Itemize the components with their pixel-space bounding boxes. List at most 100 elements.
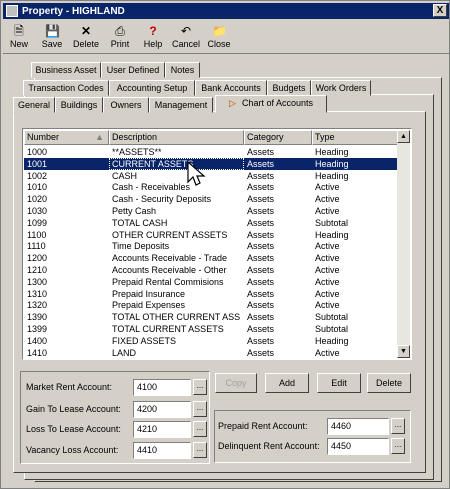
cell-type: Subtotal: [315, 217, 349, 228]
table-row[interactable]: 1390 TOTAL OTHER CURRENT ASS Assets Subtota…: [24, 311, 398, 323]
table-row[interactable]: 1320 Prepaid Expenses Assets Active: [24, 299, 398, 311]
property-window: Property - HIGHLAND X 🗎 New 💾 Save ✕ Del…: [0, 0, 450, 489]
help-question-icon: ?: [149, 24, 157, 38]
cell-number: 1200: [27, 253, 48, 264]
column-header-description[interactable]: Description: [109, 130, 244, 145]
vertical-scrollbar[interactable]: ▲ ▼: [397, 130, 410, 358]
cell-description: Petty Cash: [112, 206, 157, 216]
table-row[interactable]: 1001 CURRENT ASSETS Assets Heading: [24, 157, 398, 170]
table-row[interactable]: 1000 **ASSETS** Assets Heading: [24, 146, 398, 158]
delinquent-rent-field[interactable]: 4450: [327, 438, 389, 455]
cell-category: Assets: [247, 300, 275, 311]
cell-category: Assets: [247, 229, 275, 240]
tab-notes[interactable]: Notes: [165, 62, 200, 78]
cell-type: Active: [315, 182, 340, 193]
save-button[interactable]: 💾 Save: [39, 22, 65, 53]
new-button[interactable]: 🗎 New: [7, 22, 31, 53]
vacancy-loss-lookup-button[interactable]: ...: [193, 442, 207, 458]
folder-icon: 📁: [212, 24, 227, 38]
prepaid-rent-label: Prepaid Rent Account:: [218, 421, 308, 431]
table-row[interactable]: 1020 Cash - Security Deposits Assets Active: [24, 193, 398, 205]
tab-transaction-codes[interactable]: Transaction Codes: [23, 80, 109, 96]
cell-number: 1030: [27, 206, 48, 216]
table-row[interactable]: 1030 Petty Cash Assets Active: [24, 205, 398, 217]
vacancy-loss-label: Vacancy Loss Account:: [26, 445, 119, 455]
tab-chart-of-accounts-label: Chart of Accounts: [241, 98, 313, 108]
table-row[interactable]: 1400 FIXED ASSETS Assets Heading: [24, 335, 398, 347]
tab-management[interactable]: Management: [149, 97, 213, 113]
gain-to-lease-field[interactable]: 4200: [133, 401, 191, 418]
tab-user-defined[interactable]: User Defined: [101, 62, 165, 78]
tab-accounting-setup[interactable]: Accounting Setup: [109, 80, 195, 96]
cell-number: 1110: [27, 241, 46, 252]
cell-category: Assets: [247, 324, 275, 334]
close-window-button[interactable]: X: [433, 4, 447, 17]
sort-ascending-icon: ▲: [95, 132, 104, 142]
help-button[interactable]: ? Help: [140, 22, 166, 53]
table-row[interactable]: 1099 TOTAL CASH Assets Subtotal: [24, 217, 398, 229]
tab-business-asset[interactable]: Business Asset: [31, 62, 101, 78]
cell-description: Time Deposits: [112, 241, 170, 252]
cell-number: 1400: [27, 335, 48, 346]
tab-chart-of-accounts[interactable]: ▷ Chart of Accounts: [215, 95, 327, 113]
loss-to-lease-field[interactable]: 4210: [133, 421, 191, 438]
cell-type: Active: [315, 347, 340, 358]
delete-label: Delete: [72, 39, 99, 49]
tab-budgets[interactable]: Budgets: [267, 80, 311, 96]
prepaid-rent-lookup-button[interactable]: ...: [391, 418, 405, 434]
cell-number: 1010: [27, 182, 48, 193]
cell-category: Assets: [247, 170, 275, 181]
loss-to-lease-lookup-button[interactable]: ...: [193, 421, 207, 437]
scroll-down-icon[interactable]: ▼: [397, 345, 410, 358]
cell-category: Assets: [247, 335, 275, 346]
close-button[interactable]: 📁 Close: [204, 22, 234, 53]
cell-number: 1000: [27, 147, 48, 157]
table-row[interactable]: 1010 Cash - Receivables Assets Active: [24, 181, 398, 193]
cell-description: Prepaid Rental Commisions: [112, 276, 224, 287]
table-row[interactable]: 1200 Accounts Receivable - Trade Assets Act…: [24, 252, 398, 264]
title-bar[interactable]: Property - HIGHLAND X: [3, 3, 449, 19]
column-header-type[interactable]: Type: [312, 130, 398, 145]
accounts-grid[interactable]: Number ▲ Description Category Type 1000 *…: [22, 128, 412, 360]
market-rent-lookup-button[interactable]: ...: [193, 379, 207, 395]
delete-button[interactable]: ✕ Delete: [69, 22, 103, 53]
delete-account-button[interactable]: Delete: [367, 373, 411, 393]
table-row[interactable]: 1210 Accounts Receivable - Other Assets Act…: [24, 264, 398, 276]
table-row[interactable]: 1002 CASH Assets Heading: [24, 170, 398, 182]
tab-general[interactable]: General: [13, 97, 55, 113]
cell-category: Assets: [247, 312, 275, 323]
cell-category: Assets: [247, 253, 275, 264]
copy-button[interactable]: Copy: [215, 373, 257, 393]
print-label: Print: [110, 39, 130, 49]
table-row[interactable]: 1310 Prepaid Insurance Assets Active: [24, 288, 398, 300]
cell-type: Active: [315, 265, 340, 275]
cell-number: 1399: [27, 324, 48, 334]
print-button[interactable]: ⎙ Print: [106, 22, 134, 53]
tab-buildings[interactable]: Buildings: [55, 97, 103, 113]
cancel-button[interactable]: ↶ Cancel: [171, 22, 201, 53]
table-row[interactable]: 1399 TOTAL CURRENT ASSETS Assets Subtotal: [24, 323, 398, 335]
table-row[interactable]: 1410 LAND Assets Active: [24, 347, 398, 359]
table-row[interactable]: 1110 Time Deposits Assets Active: [24, 240, 398, 252]
tab-work-orders[interactable]: Work Orders: [311, 80, 371, 96]
add-button[interactable]: Add: [265, 373, 309, 393]
cell-number: 1099: [27, 217, 48, 228]
delinquent-rent-lookup-button[interactable]: ...: [391, 438, 405, 454]
tab-bank-accounts[interactable]: Bank Accounts: [195, 80, 267, 96]
tab-owners[interactable]: Owners: [103, 97, 149, 113]
vacancy-loss-field[interactable]: 4410: [133, 442, 191, 459]
column-header-category[interactable]: Category: [244, 130, 312, 145]
column-header-number[interactable]: Number ▲: [24, 130, 109, 145]
edit-button[interactable]: Edit: [317, 373, 361, 393]
gain-to-lease-lookup-button[interactable]: ...: [193, 401, 207, 417]
prepaid-rent-field[interactable]: 4460: [327, 418, 389, 435]
market-rent-field[interactable]: 4100: [133, 379, 191, 396]
table-row[interactable]: 1300 Prepaid Rental Commisions Assets Activ…: [24, 276, 398, 288]
cell-type: Active: [315, 288, 340, 299]
scroll-up-icon[interactable]: ▲: [397, 130, 410, 143]
cell-category: Assets: [247, 158, 275, 169]
printer-icon: ⎙: [115, 24, 125, 38]
cell-number: 1410: [27, 347, 48, 358]
cell-type: Subtotal: [315, 324, 349, 334]
table-row[interactable]: 1100 OTHER CURRENT ASSETS Assets Heading: [24, 229, 398, 241]
